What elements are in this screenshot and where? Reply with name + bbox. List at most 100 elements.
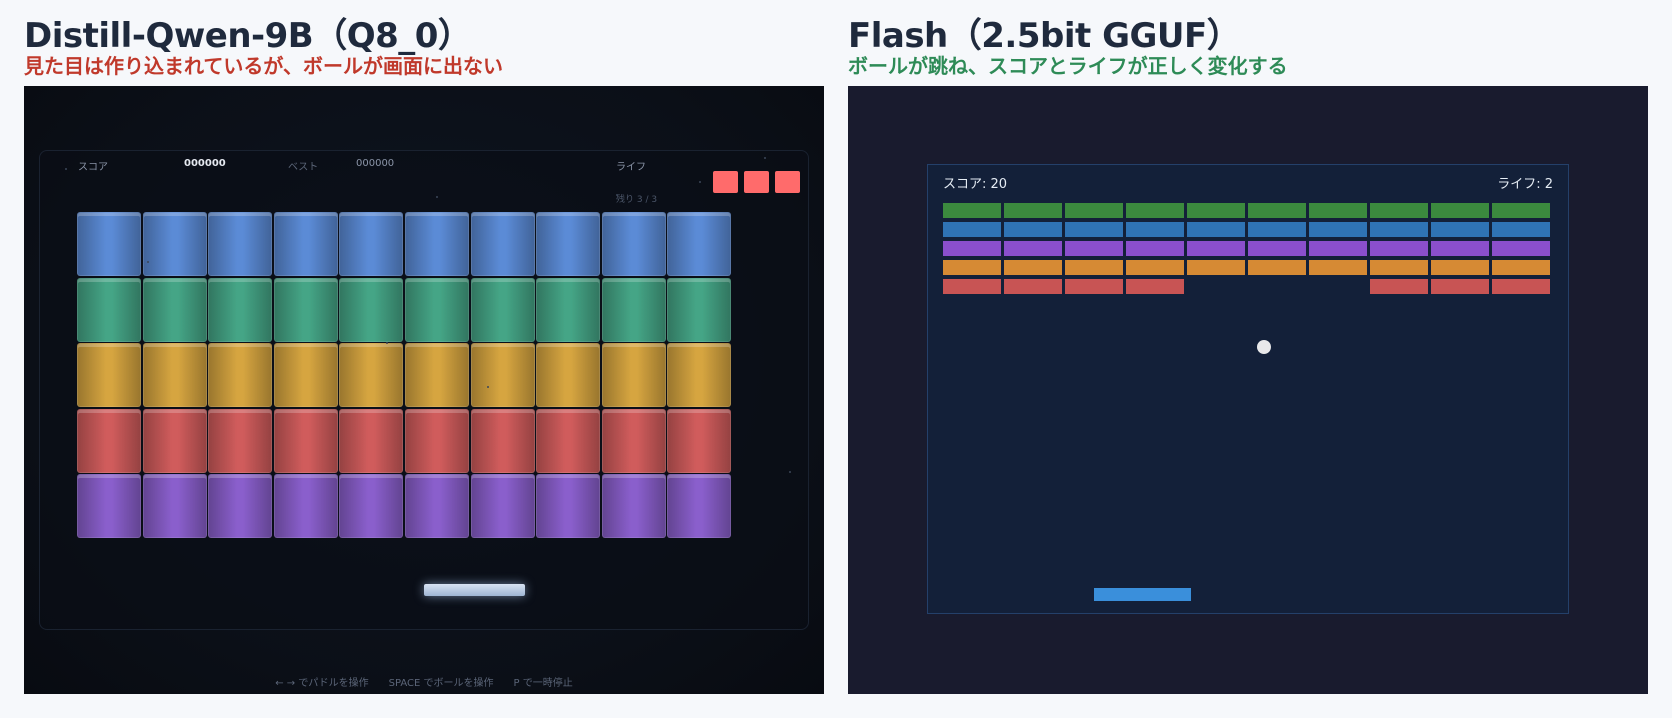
right-brick [1004,222,1062,237]
left-brick [339,474,404,538]
left-brick [536,408,601,473]
score-value: 000000 [184,158,226,169]
left-brick [142,474,207,538]
right-brick [943,222,1001,237]
life-square [744,171,769,193]
left-brick [536,474,601,538]
left-brick [208,212,273,276]
remaining-text: 残り 3 / 3 [616,195,658,205]
right-brick [943,260,1001,275]
left-brick [667,212,732,276]
right-game-screen[interactable]: スコア: 20 ライフ: 2 [848,86,1648,694]
left-brick [339,212,404,276]
right-brick [1126,241,1184,256]
lives-label: ライフ [616,162,646,173]
right-brick [1248,241,1306,256]
star-dot [699,181,701,183]
left-brick [405,277,469,342]
left-paddle[interactable] [424,584,525,596]
left-brick [470,474,535,538]
right-brick [1126,222,1184,237]
right-brick [1431,260,1489,275]
right-brick [1431,279,1489,294]
right-brick [1431,241,1489,256]
left-brick [77,277,141,342]
right-brick [1065,241,1123,256]
left-brick [667,474,732,538]
left-brick [142,408,207,473]
right-brick [1065,279,1123,294]
best-value: 000000 [356,158,395,169]
best-label: ベスト [288,162,319,173]
left-brick [405,474,469,538]
right-brick [1370,241,1428,256]
star-dot [65,168,67,170]
right-brick [1187,260,1245,275]
control-hint-item: ← → でパドルを操作 [275,678,369,689]
life-square [713,171,738,193]
left-brick [601,474,666,538]
left-brick [470,408,535,473]
star-dot [616,194,618,196]
right-brick [1187,222,1245,237]
left-brick [470,277,535,342]
right-brick [1370,222,1428,237]
right-brick [1126,260,1184,275]
star-dot [147,261,149,263]
left-brick [273,277,338,342]
left-brick [405,343,469,407]
right-brick [1004,279,1062,294]
left-brick [142,343,207,407]
left-brick [405,408,469,473]
right-brick [1309,241,1367,256]
control-hint-item: SPACE でボールを操作 [388,678,494,689]
controls-hint: ← → でパドルを操作 SPACE でボールを操作 P で一時停止 [24,674,824,689]
right-brick [1248,260,1306,275]
left-brick [208,277,273,342]
right-brick [1309,203,1367,218]
star-dot [764,157,766,159]
star-dot [386,342,388,344]
left-brick [273,212,338,276]
left-subtitle: 見た目は作り込まれているが、ボールが画面に出ない [24,54,503,78]
left-brick [405,212,469,276]
left-brick [208,474,273,538]
left-brick [601,408,666,473]
right-lives: ライフ: 2 [1497,177,1553,192]
right-brick [1431,203,1489,218]
right-brick [1492,241,1550,256]
right-brick [943,279,1001,294]
right-brick [1187,241,1245,256]
right-brick [1004,241,1062,256]
left-game-screen[interactable]: スコア 000000 ベスト 000000 ライフ 残り 3 / 3 ← → で… [24,86,824,694]
right-brick [1126,279,1184,294]
left-brick [667,408,732,473]
right-brick [1370,260,1428,275]
left-brick [601,277,666,342]
left-brick [273,343,338,407]
left-brick [667,343,732,407]
left-brick [536,277,601,342]
right-brick [1309,222,1367,237]
right-brick [1065,260,1123,275]
right-brick [943,241,1001,256]
right-score: スコア: 20 [943,177,1008,192]
left-brick [339,343,404,407]
right-brick [1309,260,1367,275]
left-brick [77,474,141,538]
right-paddle[interactable] [1094,588,1191,601]
left-brick [536,343,601,407]
left-brick [77,212,141,276]
right-brick [1492,222,1550,237]
left-brick [470,343,535,407]
right-brick [1492,260,1550,275]
right-brick [943,203,1001,218]
right-brick [1248,203,1306,218]
left-brick [77,343,141,407]
left-brick [470,212,535,276]
right-brick [1065,203,1123,218]
star-dot [487,386,489,388]
left-brick [339,277,404,342]
score-label: スコア [78,162,108,173]
life-square [775,171,800,193]
